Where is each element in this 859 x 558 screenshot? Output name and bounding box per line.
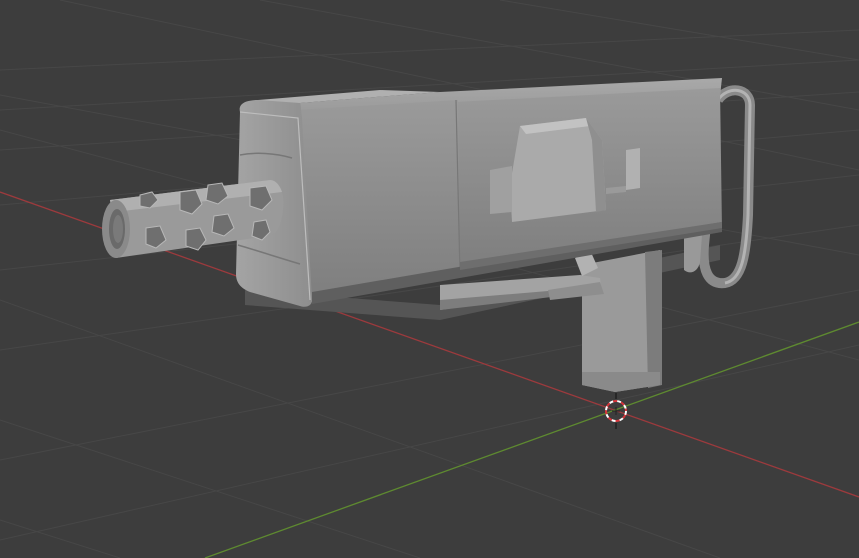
charging-handle — [490, 166, 512, 214]
gun-model[interactable] — [102, 78, 755, 392]
3d-viewport[interactable] — [0, 0, 859, 558]
y-axis-line — [204, 321, 859, 558]
